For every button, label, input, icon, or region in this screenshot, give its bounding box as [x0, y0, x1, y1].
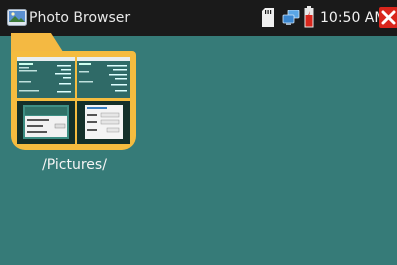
thumbnail-4: [77, 101, 130, 144]
app-title: Photo Browser: [29, 10, 131, 26]
photo-browser-icon: [7, 9, 27, 26]
close-icon: [381, 10, 396, 25]
battery-icon: [304, 6, 314, 28]
clock: 10:50 AM: [320, 10, 387, 26]
thumbnail-1: [17, 57, 75, 98]
thumbnail-3: [17, 101, 75, 144]
sd-card-icon: [262, 8, 274, 27]
folder-label: /Pictures/: [42, 157, 107, 173]
folder-pictures[interactable]: [11, 33, 136, 150]
thumbnail-2: [77, 57, 130, 98]
status-bar: Photo Browser 10:50 AM: [0, 0, 397, 36]
network-icon: [282, 9, 300, 26]
close-button[interactable]: [379, 7, 397, 28]
